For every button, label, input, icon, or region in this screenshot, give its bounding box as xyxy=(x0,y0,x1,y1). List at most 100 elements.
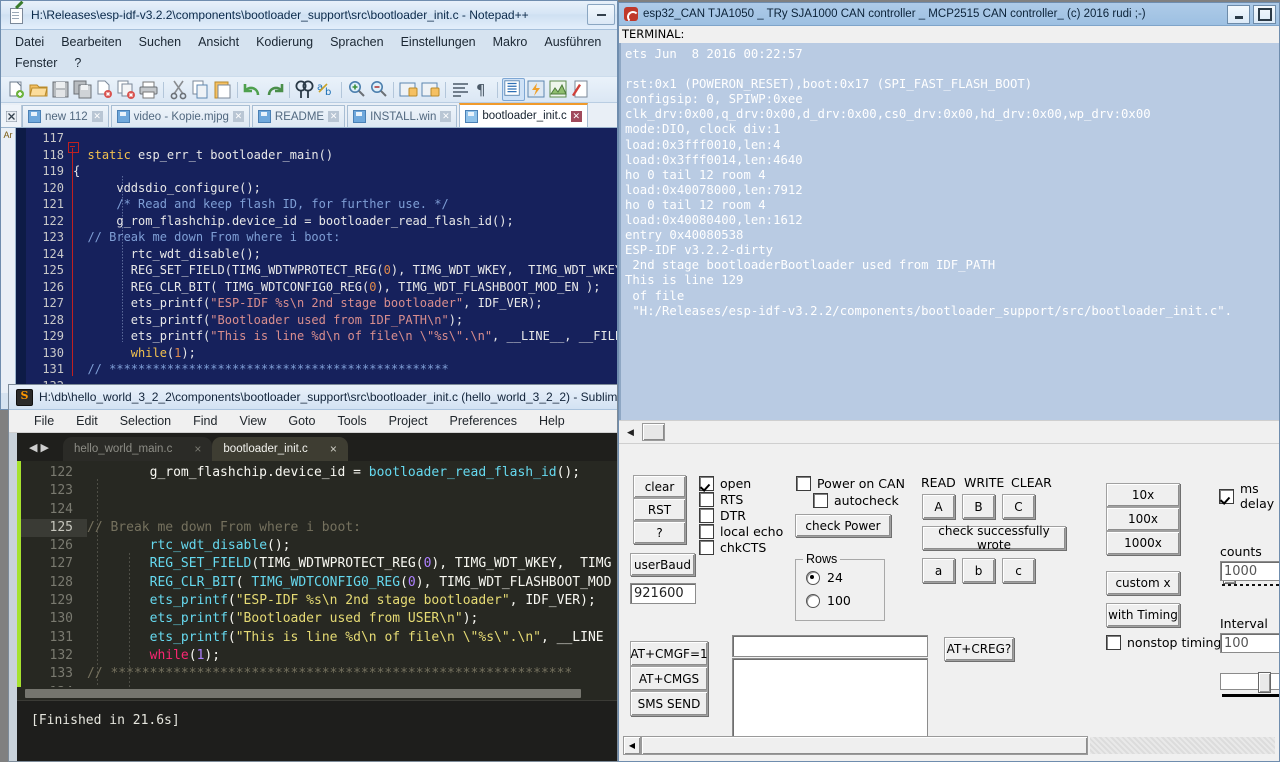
checkbox-box[interactable] xyxy=(813,493,828,508)
npp-tab-close-icon[interactable]: ✕ xyxy=(570,110,582,122)
sublime-menu-edit[interactable]: Edit xyxy=(65,414,109,428)
terminal-bottom-scrollbar[interactable]: ◀ xyxy=(623,736,1275,755)
counts-slider[interactable] xyxy=(1220,672,1279,697)
at-creg-button[interactable]: AT+CREG? xyxy=(944,637,1014,661)
npp-tab-close-icon[interactable]: ✕ xyxy=(440,111,452,122)
undo-icon[interactable] xyxy=(242,79,263,100)
open-file-icon[interactable] xyxy=(28,79,49,100)
write-b-button[interactable]: B xyxy=(962,494,995,519)
npp-tab-close-icon[interactable]: ✕ xyxy=(328,111,340,122)
radio-button[interactable] xyxy=(806,570,820,585)
sublime-sidebar[interactable] xyxy=(9,433,17,761)
sync-horizontal-icon[interactable] xyxy=(420,79,441,100)
at-cmgf-button[interactable]: AT+CMGF=1 xyxy=(630,641,708,666)
clear-button[interactable]: clear xyxy=(633,475,686,498)
sublime-horizontal-scrollbar[interactable] xyxy=(17,687,617,700)
notepadpp-window-buttons[interactable] xyxy=(587,4,615,25)
word-wrap-icon[interactable] xyxy=(450,79,471,100)
checkbox-local-echo[interactable]: local echo xyxy=(699,524,783,539)
zoom-out-icon[interactable] xyxy=(368,79,389,100)
clear-c-lower-button[interactable]: c xyxy=(1002,558,1035,583)
radio-rows-24[interactable]: 24 xyxy=(806,570,843,585)
menu-item-help[interactable]: ? xyxy=(66,53,90,74)
with-timing-button[interactable]: with Timing xyxy=(1106,603,1180,627)
sublime-text-window[interactable]: H:\db\hello_world_3_2_2\components\bootl… xyxy=(8,384,618,762)
save-all-icon[interactable] xyxy=(72,79,93,100)
paste-icon[interactable] xyxy=(212,79,233,100)
can-terminal-window[interactable]: esp32_CAN TJA1050 _ TRy SJA1000 CAN cont… xyxy=(618,2,1280,762)
checkbox-box[interactable] xyxy=(1106,635,1121,650)
checkbox-rts[interactable]: RTS xyxy=(699,492,743,507)
at-cmgs-button[interactable]: AT+CMGS xyxy=(630,666,708,691)
close-file-icon[interactable] xyxy=(94,79,115,100)
find-icon[interactable] xyxy=(294,79,315,100)
sublime-menu-selection[interactable]: Selection xyxy=(109,414,182,428)
clear-c-button[interactable]: C xyxy=(1002,494,1035,519)
sublime-menu-help[interactable]: Help xyxy=(528,414,576,428)
notepadpp-toolbar[interactable]: ab ¶ xyxy=(1,76,617,103)
npp-tab-close-icon[interactable]: ✕ xyxy=(91,111,103,122)
notepadpp-window[interactable]: H:\Releases\esp-idf-v3.2.2\components\bo… xyxy=(0,0,618,410)
checkbox-chkcts[interactable]: chkCTS xyxy=(699,540,766,555)
close-all-icon[interactable] xyxy=(116,79,137,100)
tab-nav-arrows[interactable]: ◀ ▶ xyxy=(21,433,63,461)
menu-item-einstellungen[interactable]: Einstellungen xyxy=(393,32,485,53)
macro-record-icon[interactable] xyxy=(526,79,547,100)
sync-vertical-icon[interactable] xyxy=(398,79,419,100)
counts-input[interactable]: 1000 xyxy=(1220,561,1279,581)
menu-item-datei[interactable]: Datei xyxy=(7,32,53,53)
scrollbar-track[interactable] xyxy=(1090,737,1275,754)
checkbox-autocheck[interactable]: autocheck xyxy=(813,493,899,508)
new-file-icon[interactable] xyxy=(6,79,27,100)
notepadpp-minimize-button[interactable] xyxy=(587,4,615,25)
checkbox-nonstop-timing[interactable]: nonstop timing xyxy=(1106,635,1221,650)
indent-guide-icon[interactable] xyxy=(502,78,525,101)
sms-send-button[interactable]: SMS SEND xyxy=(630,691,708,716)
menu-item-bearbeiten[interactable]: Bearbeiten xyxy=(53,32,130,53)
notepadpp-menubar[interactable]: Datei Bearbeiten Suchen Ansicht Kodierun… xyxy=(1,30,617,74)
show-all-chars-icon[interactable]: ¶ xyxy=(472,79,493,100)
terminal-titlebar[interactable]: esp32_CAN TJA1050 _ TRy SJA1000 CAN cont… xyxy=(619,3,1279,26)
menu-item-ansicht[interactable]: Ansicht xyxy=(190,32,248,53)
help-button[interactable]: ? xyxy=(633,521,686,544)
notepadpp-titlebar[interactable]: H:\Releases\esp-idf-v3.2.2\components\bo… xyxy=(1,1,617,30)
terminal-scroll-row[interactable]: ◀ xyxy=(619,420,1279,444)
slider-thumb[interactable] xyxy=(1258,672,1271,693)
radio-rows-100[interactable]: 100 xyxy=(806,593,851,608)
npp-tab-video-kopie[interactable]: video - Kopie.mjpg ✕ xyxy=(110,105,250,127)
sublime-menu-view[interactable]: View xyxy=(228,414,277,428)
write-b-lower-button[interactable]: b xyxy=(962,558,995,583)
check-power-button[interactable]: check Power xyxy=(795,514,891,537)
tab-prev-arrow[interactable]: ◀ xyxy=(29,441,37,454)
sublime-tab-hello-world-main-c[interactable]: hello_world_main.c × xyxy=(62,437,213,461)
show-map-icon[interactable] xyxy=(548,79,569,100)
radio-button[interactable] xyxy=(806,593,820,608)
multiplier-100x-button[interactable]: 100x xyxy=(1106,507,1180,531)
notepadpp-code-editor[interactable]: 117 118 static esp_err_t bootloader_main(… xyxy=(26,128,617,393)
npp-tab-new-112[interactable]: new 112 ✕ xyxy=(22,105,109,127)
npp-tab-readme[interactable]: README ✕ xyxy=(251,105,346,127)
notepadpp-document-map[interactable] xyxy=(16,128,26,393)
notepadpp-editor-area[interactable]: Ar 117 118 static esp_err_t bootloader_ma… xyxy=(1,128,617,393)
sublime-menu-goto[interactable]: Goto xyxy=(277,414,326,428)
checkbox-box[interactable] xyxy=(699,524,714,539)
checkbox-dtr[interactable]: DTR xyxy=(699,508,746,523)
scroll-thumb[interactable] xyxy=(642,423,665,441)
checkbox-box[interactable] xyxy=(699,476,714,491)
menu-item-ausfuehren[interactable]: Ausführen xyxy=(536,32,610,53)
sublime-tab-close-icon[interactable]: × xyxy=(330,442,337,456)
terminal-window-buttons[interactable] xyxy=(1227,5,1276,24)
menu-item-fenster[interactable]: Fenster xyxy=(7,53,66,74)
menu-item-suchen[interactable]: Suchen xyxy=(131,32,190,53)
notepadpp-tabbar[interactable]: new 112 ✕ video - Kopie.mjpg ✕ README ✕ … xyxy=(1,103,617,128)
copy-icon[interactable] xyxy=(190,79,211,100)
multiplier-1000x-button[interactable]: 1000x xyxy=(1106,531,1180,555)
sublime-menu-file[interactable]: File xyxy=(23,414,65,428)
scroll-left-arrow-icon[interactable]: ◀ xyxy=(624,425,637,439)
rst-button[interactable]: RST xyxy=(633,498,686,521)
sms-number-input[interactable] xyxy=(732,635,928,657)
checkbox-box[interactable] xyxy=(1219,488,1234,504)
menu-item-makro[interactable]: Makro xyxy=(485,32,537,53)
tabbar-close-icon[interactable] xyxy=(1,105,22,127)
replace-icon[interactable]: ab xyxy=(316,79,337,100)
